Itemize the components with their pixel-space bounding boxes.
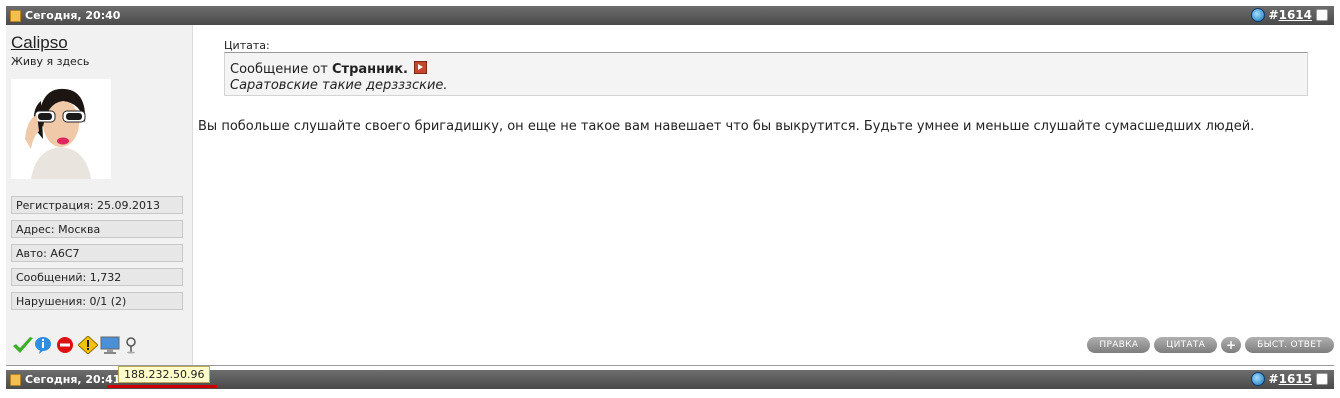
avatar[interactable] [11,79,111,179]
post-date: Сегодня, 20:40 [10,9,120,22]
quote-prefix: Сообщение от [230,62,328,77]
user-title: Живу я здесь [11,55,90,68]
post-number-link[interactable]: 1614 [1279,8,1312,22]
user-info-panel: Calipso Живу я здесь Регистрация: 25.09.… [6,25,193,365]
quote-header: Сообщение от Странник. [230,61,428,77]
pin-icon[interactable] [122,336,140,354]
edit-button[interactable]: ПРАВКА [1087,337,1151,353]
post-date-text: Сегодня, 20:40 [25,9,121,22]
post-content: Цитата: Сообщение от Странник. Саратовск… [198,25,1334,365]
checkmark-icon[interactable] [12,336,33,354]
quote-block: Сообщение от Странник. Саратовские такие… [224,52,1308,96]
post-date-2: Сегодня, 20:41 [10,373,120,386]
user-status-icons [12,335,140,355]
username-link[interactable]: Calipso [11,33,68,53]
quote-label: Цитата: [224,39,270,52]
globe-icon[interactable] [1250,8,1265,22]
user-infractions: Нарушения: 0/1 (2) [11,292,183,310]
user-address: Адрес: Москва [11,220,183,238]
post-number-hash: # [1268,8,1279,22]
ip-address-tooltip: 188.232.50.96 [118,366,211,383]
globe-icon[interactable] [1250,372,1265,386]
warning-icon[interactable] [77,335,99,355]
quote-button[interactable]: ЦИТАТА [1154,337,1218,353]
post-body: Calipso Живу я здесь Регистрация: 25.09.… [6,25,1334,366]
post-number-hash-2: # [1268,372,1279,386]
post-number-2[interactable]: #1615 [1269,372,1312,386]
user-car: Авто: А6С7 [11,244,183,262]
no-entry-icon[interactable] [56,336,74,354]
registration-date: Регистрация: 25.09.2013 [11,196,183,214]
post-number-link-2[interactable]: 1615 [1279,372,1312,386]
post-actions: ПРАВКА ЦИТАТА + БЫСТ. ОТВЕТ [1087,337,1334,353]
computer-icon[interactable] [100,336,120,354]
select-post-checkbox-2[interactable] [1316,373,1328,385]
ip-highlight-underline [107,385,217,388]
multiquote-button[interactable]: + [1221,337,1242,353]
info-icon[interactable] [34,336,52,354]
quote-text: Саратовские такие дерзззские. [230,78,448,93]
post-number[interactable]: #1614 [1269,8,1312,22]
quick-reply-button[interactable]: БЫСТ. ОТВЕТ [1245,337,1334,353]
document-icon [10,373,21,386]
post-header: Сегодня, 20:40 #1614 [6,6,1334,25]
document-icon [10,9,21,22]
user-post-count: Сообщений: 1,732 [11,268,183,286]
view-post-icon[interactable] [414,61,428,74]
quote-author: Странник. [332,62,408,77]
post-message: Вы побольше слушайте своего бригадишку, … [198,119,1255,134]
select-post-checkbox[interactable] [1316,9,1328,21]
